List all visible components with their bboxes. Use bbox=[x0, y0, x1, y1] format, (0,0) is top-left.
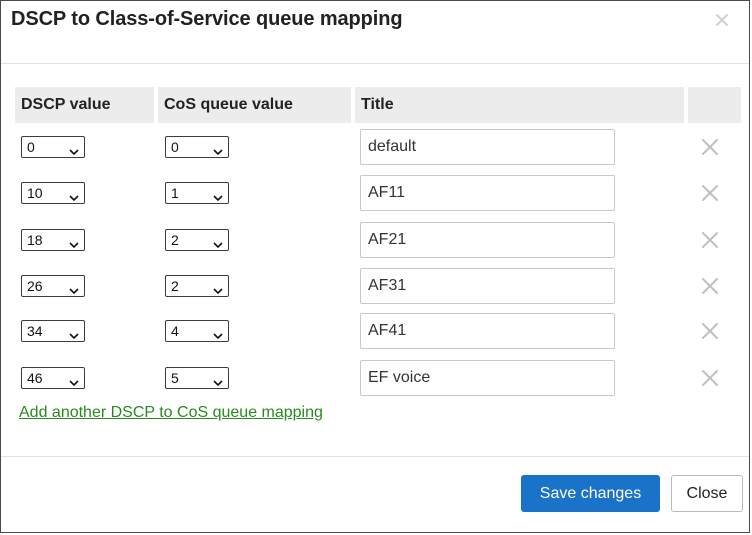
dscp-value-selected: 0 bbox=[27, 139, 35, 155]
delete-row-icon[interactable] bbox=[701, 138, 719, 156]
column-header-cos: CoS queue value bbox=[158, 87, 351, 123]
dialog-footer-divider bbox=[1, 456, 749, 457]
dscp-value-select[interactable]: 34 bbox=[21, 320, 85, 342]
dscp-value-select[interactable]: 0 bbox=[21, 136, 85, 158]
title-input[interactable]: AF31 bbox=[360, 268, 615, 304]
table-row: 18 2 AF21 bbox=[15, 222, 743, 258]
title-input[interactable]: AF41 bbox=[360, 313, 615, 349]
chevron-down-icon bbox=[69, 235, 79, 249]
title-input[interactable]: AF21 bbox=[360, 222, 615, 258]
cos-queue-selected: 2 bbox=[171, 278, 179, 294]
cos-queue-selected: 2 bbox=[171, 232, 179, 248]
title-input[interactable]: default bbox=[360, 129, 615, 165]
dscp-value-select[interactable]: 10 bbox=[21, 182, 85, 204]
cos-queue-select[interactable]: 4 bbox=[165, 320, 229, 342]
dscp-value-selected: 18 bbox=[27, 232, 43, 248]
dialog-header: DSCP to Class-of-Service queue mapping bbox=[1, 1, 749, 64]
chevron-down-icon bbox=[213, 326, 223, 340]
chevron-down-icon bbox=[69, 326, 79, 340]
column-header-title: Title bbox=[355, 87, 684, 123]
cos-queue-select[interactable]: 5 bbox=[165, 367, 229, 389]
dscp-mapping-dialog: DSCP to Class-of-Service queue mapping D… bbox=[0, 0, 750, 533]
dscp-value-select[interactable]: 46 bbox=[21, 367, 85, 389]
chevron-down-icon bbox=[213, 142, 223, 156]
cos-queue-selected: 0 bbox=[171, 139, 179, 155]
table-row: 46 5 EF voice bbox=[15, 360, 743, 396]
delete-row-icon[interactable] bbox=[701, 277, 719, 295]
dscp-value-selected: 10 bbox=[27, 185, 43, 201]
cos-queue-selected: 1 bbox=[171, 185, 179, 201]
chevron-down-icon bbox=[69, 188, 79, 202]
chevron-down-icon bbox=[69, 373, 79, 387]
table-row: 26 2 AF31 bbox=[15, 268, 743, 304]
dscp-value-selected: 34 bbox=[27, 323, 43, 339]
delete-row-icon[interactable] bbox=[701, 369, 719, 387]
dscp-value-select[interactable]: 18 bbox=[21, 229, 85, 251]
cos-queue-select[interactable]: 1 bbox=[165, 182, 229, 204]
chevron-down-icon bbox=[213, 373, 223, 387]
title-input[interactable]: EF voice bbox=[360, 360, 615, 396]
add-mapping-link[interactable]: Add another DSCP to CoS queue mapping bbox=[19, 404, 323, 422]
chevron-down-icon bbox=[213, 281, 223, 295]
title-input[interactable]: AF11 bbox=[360, 175, 615, 211]
cos-queue-selected: 4 bbox=[171, 323, 179, 339]
chevron-down-icon bbox=[213, 188, 223, 202]
dialog-title: DSCP to Class-of-Service queue mapping bbox=[11, 8, 403, 30]
table-row: 0 0 default bbox=[15, 129, 743, 165]
cos-queue-select[interactable]: 0 bbox=[165, 136, 229, 158]
table-row: 10 1 AF11 bbox=[15, 175, 743, 211]
save-changes-button[interactable]: Save changes bbox=[521, 475, 660, 512]
cos-queue-select[interactable]: 2 bbox=[165, 229, 229, 251]
delete-row-icon[interactable] bbox=[701, 322, 719, 340]
dscp-value-selected: 26 bbox=[27, 278, 43, 294]
delete-row-icon[interactable] bbox=[701, 184, 719, 202]
dscp-value-selected: 46 bbox=[27, 370, 43, 386]
delete-row-icon[interactable] bbox=[701, 231, 719, 249]
column-header-actions bbox=[688, 87, 741, 123]
dscp-value-select[interactable]: 26 bbox=[21, 275, 85, 297]
chevron-down-icon bbox=[213, 235, 223, 249]
table-row: 34 4 AF41 bbox=[15, 313, 743, 349]
cos-queue-select[interactable]: 2 bbox=[165, 275, 229, 297]
cos-queue-selected: 5 bbox=[171, 370, 179, 386]
chevron-down-icon bbox=[69, 281, 79, 295]
close-button[interactable]: Close bbox=[671, 475, 743, 512]
close-icon[interactable] bbox=[713, 9, 731, 31]
chevron-down-icon bbox=[69, 142, 79, 156]
column-header-dscp: DSCP value bbox=[15, 87, 154, 123]
